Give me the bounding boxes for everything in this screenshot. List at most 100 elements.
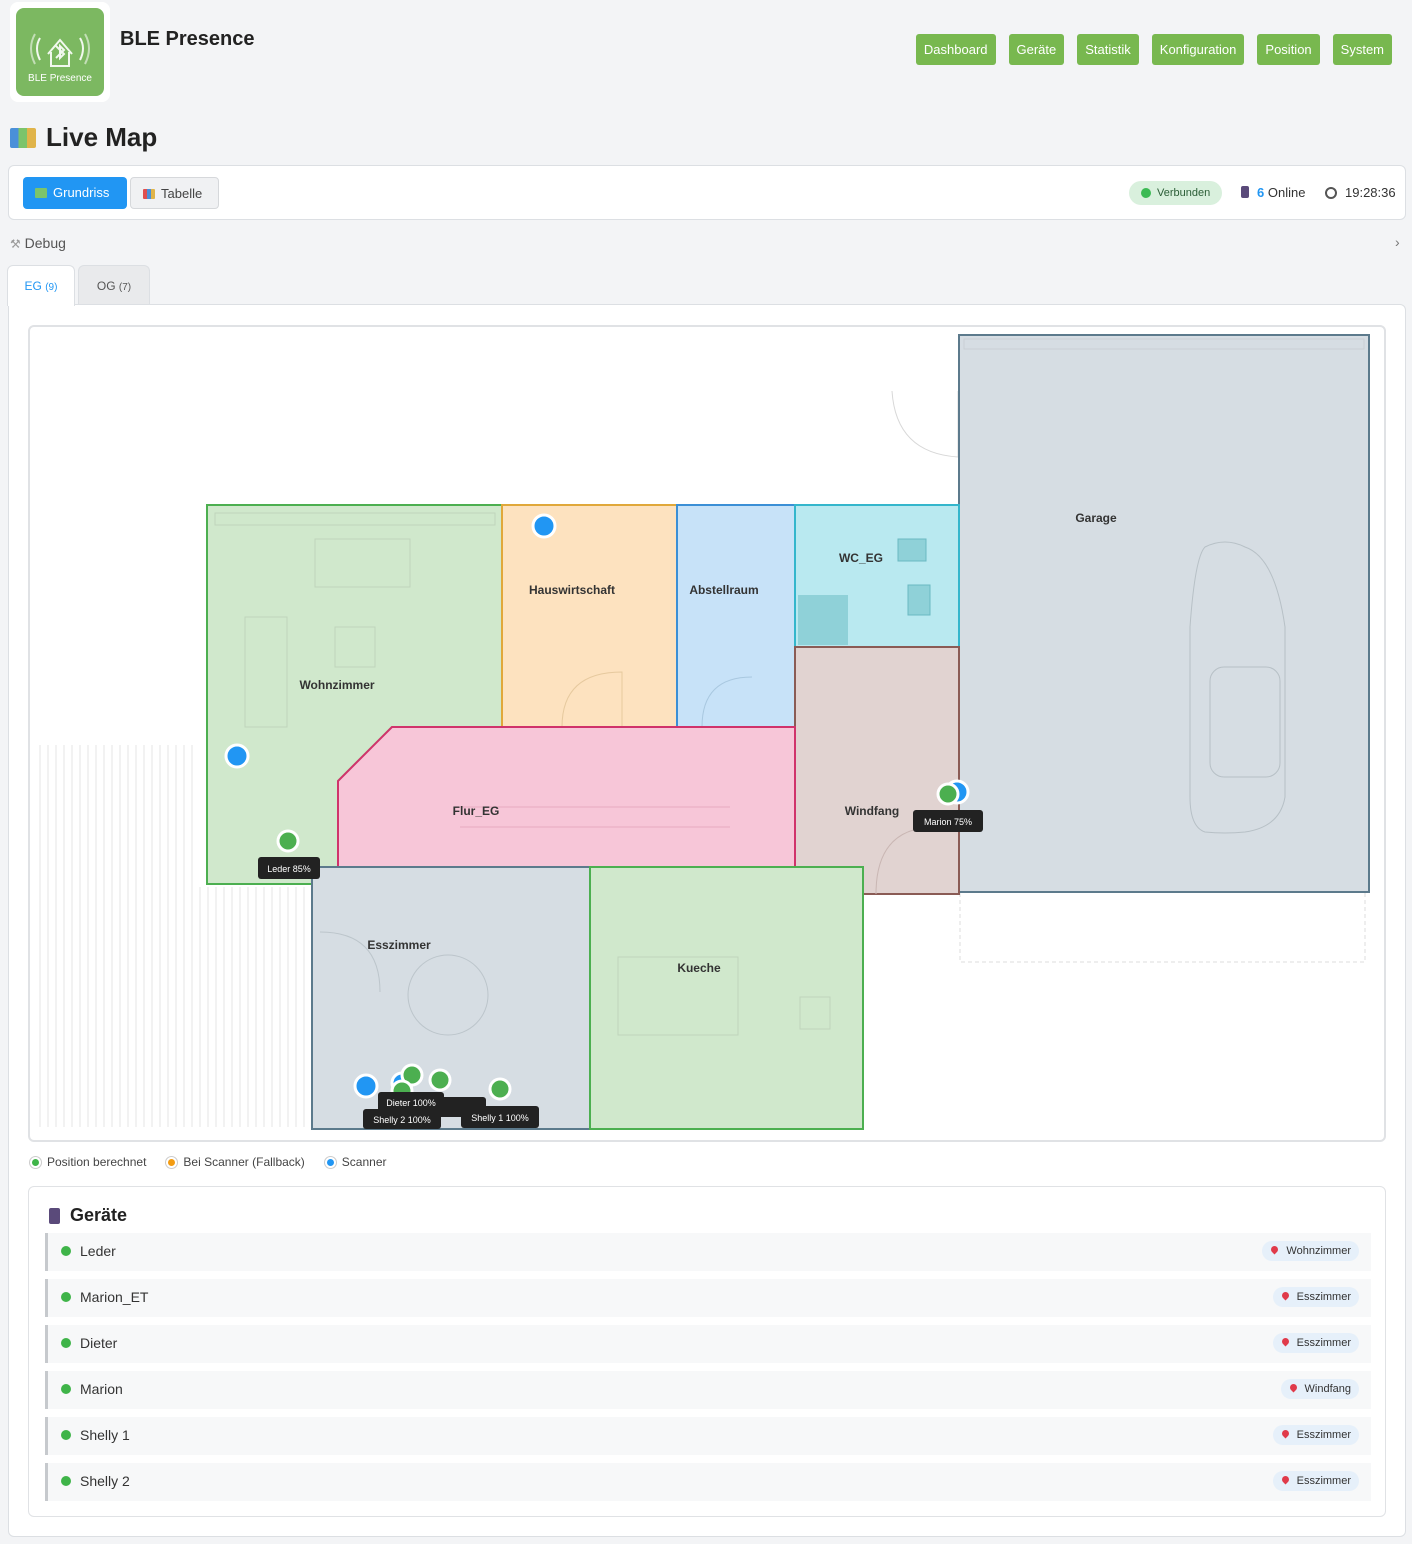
device-room-badge: Esszimmer bbox=[1272, 1425, 1359, 1445]
device-marker-shelly-1[interactable] bbox=[488, 1077, 512, 1101]
legend-calculated: Position berechnet bbox=[30, 1155, 146, 1169]
room-windfang[interactable] bbox=[794, 646, 960, 895]
map-legend: Position berechnet Bei Scanner (Fallback… bbox=[30, 1155, 387, 1169]
legend-fallback: Bei Scanner (Fallback) bbox=[166, 1155, 305, 1169]
wrench-icon: ⚒ bbox=[10, 237, 21, 251]
pin-icon bbox=[1280, 1428, 1291, 1439]
scanner-marker[interactable] bbox=[531, 513, 557, 539]
view-grundriss-button[interactable]: Grundriss bbox=[23, 177, 127, 209]
device-row[interactable]: Marion_ET Esszimmer bbox=[45, 1279, 1371, 1317]
room-flur-eg[interactable] bbox=[337, 726, 796, 868]
device-room-badge: Esszimmer bbox=[1272, 1287, 1359, 1307]
debug-toggle[interactable]: ⚒ Debug bbox=[10, 235, 66, 251]
pin-icon bbox=[1280, 1290, 1291, 1301]
room-label-wohnzimmer: Wohnzimmer bbox=[299, 678, 374, 692]
device-row[interactable]: Marion Windfang bbox=[45, 1371, 1371, 1409]
app-logo[interactable]: BLE Presence bbox=[10, 2, 110, 102]
scanner-marker[interactable] bbox=[353, 1073, 379, 1099]
tab-floor-og[interactable]: OG (7) bbox=[78, 265, 150, 305]
device-row[interactable]: Shelly 2 Esszimmer bbox=[45, 1463, 1371, 1501]
legend-fallback-dot-icon bbox=[166, 1156, 178, 1168]
device-room: Esszimmer bbox=[1296, 1291, 1351, 1303]
device-row[interactable]: Leder Wohnzimmer bbox=[45, 1233, 1371, 1271]
tab-og-count: (7) bbox=[118, 282, 132, 293]
marker-label-shelly-1: Shelly 1 100% bbox=[471, 1113, 529, 1123]
floor-plan-map[interactable]: Wohnzimmer Hauswirtschaft Abstellraum WC… bbox=[28, 325, 1386, 1142]
device-room-badge: Esszimmer bbox=[1272, 1333, 1359, 1353]
online-dot-icon bbox=[61, 1292, 71, 1302]
map-toolbar: Grundriss Tabelle Verbunden 6 Online 19:… bbox=[8, 165, 1406, 220]
legend-calculated-dot-icon bbox=[30, 1156, 41, 1168]
connection-status-badge: Verbunden bbox=[1129, 181, 1222, 205]
legend-scanner-dot-icon bbox=[324, 1156, 336, 1168]
nav-system[interactable]: System bbox=[1332, 34, 1392, 65]
bluetooth-logo-icon: BLE Presence bbox=[16, 8, 104, 96]
marker-label-dieter: Dieter 100% bbox=[386, 1098, 436, 1108]
device-name: Marion bbox=[80, 1381, 123, 1397]
chevron-right-icon[interactable]: › bbox=[1395, 234, 1400, 250]
pin-icon bbox=[1280, 1336, 1291, 1347]
device-row[interactable]: Dieter Esszimmer bbox=[45, 1325, 1371, 1363]
nav-statistik[interactable]: Statistik bbox=[1077, 34, 1139, 65]
status-dot-icon bbox=[1141, 188, 1151, 198]
online-dot-icon bbox=[61, 1246, 71, 1256]
room-label-garage: Garage bbox=[1075, 511, 1117, 525]
page-title: Live Map bbox=[10, 122, 157, 153]
device-name: Shelly 1 bbox=[80, 1427, 130, 1443]
room-hauswirtschaft[interactable] bbox=[501, 504, 678, 728]
device-list-title: Geräte bbox=[49, 1205, 127, 1226]
map-icon bbox=[10, 127, 36, 148]
device-name: Shelly 2 bbox=[80, 1473, 130, 1489]
nav-geraete[interactable]: Geräte bbox=[1008, 34, 1065, 65]
room-kueche[interactable] bbox=[589, 866, 864, 1130]
device-row[interactable]: Shelly 1 Esszimmer bbox=[45, 1417, 1371, 1455]
room-abstellraum[interactable] bbox=[676, 504, 796, 728]
online-count: 6 Online bbox=[1241, 185, 1305, 200]
logo-text: BLE Presence bbox=[28, 73, 92, 84]
nav-position[interactable]: Position bbox=[1257, 34, 1320, 65]
map-icon bbox=[35, 188, 47, 198]
view-tabelle-button[interactable]: Tabelle bbox=[130, 177, 219, 209]
nav-konfiguration[interactable]: Konfiguration bbox=[1151, 34, 1245, 65]
chart-icon bbox=[143, 189, 155, 199]
connection-status-text: Verbunden bbox=[1157, 187, 1211, 199]
device-room-badge: Wohnzimmer bbox=[1262, 1241, 1359, 1261]
device-marker-leder[interactable] bbox=[276, 829, 300, 853]
room-wc-eg[interactable] bbox=[794, 504, 960, 648]
page-title-text: Live Map bbox=[46, 122, 158, 152]
driveway-outline bbox=[959, 891, 1366, 963]
phone-icon bbox=[1241, 186, 1249, 198]
online-dot-icon bbox=[61, 1338, 71, 1348]
room-label-flur-eg: Flur_EG bbox=[453, 804, 500, 818]
device-list-title-text: Geräte bbox=[70, 1205, 128, 1225]
tab-og-label: OG bbox=[96, 279, 116, 293]
pin-icon bbox=[1288, 1382, 1298, 1393]
room-garage[interactable] bbox=[958, 334, 1370, 893]
room-label-esszimmer: Esszimmer bbox=[367, 938, 431, 952]
marker-label-marion: Marion 75% bbox=[924, 817, 972, 827]
room-label-hauswirtschaft: Hauswirtschaft bbox=[529, 583, 615, 597]
app-title: BLE Presence bbox=[120, 28, 255, 50]
device-room: Windfang bbox=[1304, 1383, 1351, 1395]
view-grundriss-label: Grundriss bbox=[53, 185, 110, 200]
device-list: Geräte Leder Wohnzimmer Marion_ET Esszim… bbox=[28, 1186, 1386, 1517]
tab-floor-eg[interactable]: EG (9) bbox=[7, 265, 75, 306]
device-marker-marion[interactable] bbox=[936, 782, 960, 806]
app-header: BLE Presence BLE Presence Dashboard Gerä… bbox=[0, 0, 1412, 110]
device-marker-marion-et[interactable] bbox=[428, 1068, 452, 1092]
nav-dashboard[interactable]: Dashboard bbox=[915, 34, 996, 65]
phone-icon bbox=[49, 1207, 60, 1224]
debug-label: Debug bbox=[24, 235, 66, 251]
room-esszimmer[interactable] bbox=[311, 866, 591, 1130]
legend-scanner: Scanner bbox=[324, 1155, 387, 1169]
room-label-abstellraum: Abstellraum bbox=[689, 583, 758, 597]
tab-eg-label: EG bbox=[24, 279, 42, 293]
device-room: Esszimmer bbox=[1296, 1475, 1351, 1487]
floor-plan-svg: Wohnzimmer Hauswirtschaft Abstellraum WC… bbox=[39, 334, 1370, 1130]
scanner-marker[interactable] bbox=[224, 743, 250, 769]
device-room-badge: Esszimmer bbox=[1272, 1471, 1359, 1491]
device-name: Dieter bbox=[80, 1335, 118, 1351]
marker-label-leder: Leder 85% bbox=[267, 864, 311, 874]
tab-eg-count: (9) bbox=[45, 282, 58, 293]
online-dot-icon bbox=[61, 1430, 71, 1440]
